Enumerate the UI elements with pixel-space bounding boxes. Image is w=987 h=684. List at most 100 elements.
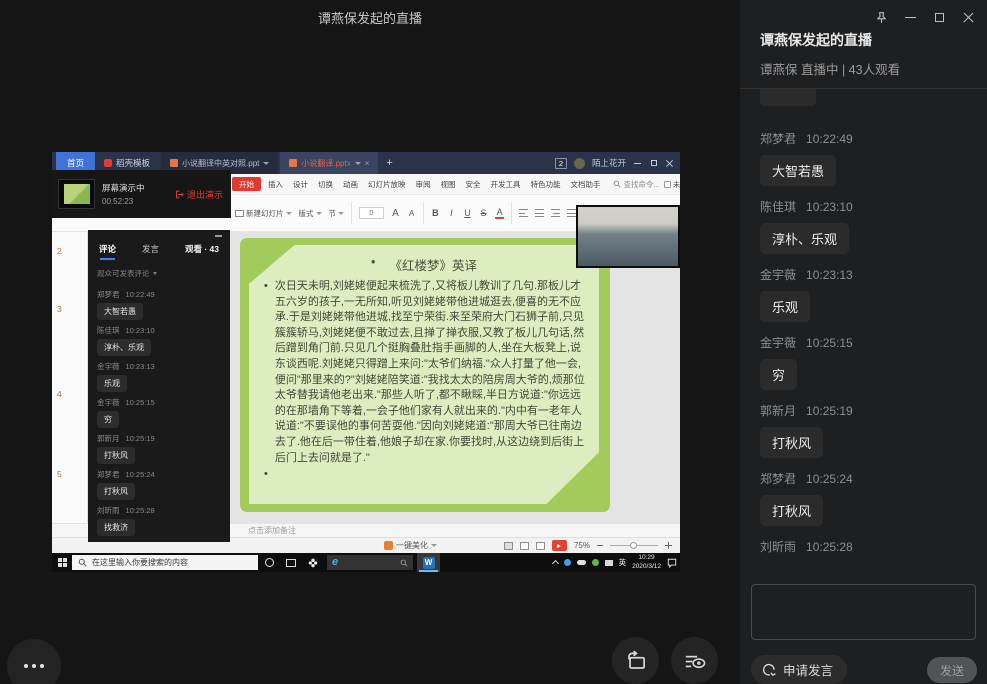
zoom-level: 75%	[574, 541, 590, 550]
inner-chat-username: 金宇薇	[97, 398, 120, 407]
pin-icon[interactable]	[875, 11, 888, 24]
search-icon	[613, 180, 621, 188]
stream-window-title: 谭燕保发起的直播	[760, 30, 967, 50]
wps-doc1-label: 小说翻译中英对照.ppt	[182, 158, 259, 169]
taskbar-search-placeholder: 在这里输入你要搜索的内容	[92, 557, 188, 568]
ppt-file-icon	[170, 159, 178, 167]
apply-speak-button[interactable]: 申请发言	[751, 655, 847, 684]
task-view-button	[280, 559, 302, 567]
reading-view-icon	[536, 542, 545, 550]
chat-bubble: 淳朴、乐观	[760, 223, 849, 254]
inner-chat-timestamp: 10:25:28	[126, 506, 155, 515]
inner-chat-message: 郑梦君10:25:24打秋风	[97, 469, 221, 500]
cloud-tray-icon	[577, 560, 586, 565]
taskbar-search: 在这里输入你要搜索的内容	[72, 555, 258, 570]
more-options-icon	[32, 664, 36, 668]
chat-list-button[interactable]	[671, 637, 718, 684]
toolbar-divider	[351, 202, 352, 224]
close-tab-icon: ×	[365, 159, 370, 168]
cortana-button	[258, 558, 280, 567]
toolbar-divider	[423, 202, 424, 224]
presenting-overlay: 屏幕演示中 00:52:23 退出演示	[52, 170, 231, 218]
chat-username: 刘昕雨	[760, 540, 796, 554]
inner-chat-username: 郑梦君	[97, 470, 120, 479]
close-icon	[665, 159, 674, 168]
ribbon-tab: 开始	[232, 177, 261, 191]
message-input[interactable]	[751, 584, 976, 640]
chat-message: 郭新月10:25:19打秋风	[760, 402, 973, 458]
bullet: •	[264, 468, 599, 480]
inner-chat-timestamp: 10:22:49	[126, 290, 155, 299]
chat-timestamp: 10:23:10	[806, 200, 853, 214]
normal-view-icon	[504, 542, 513, 550]
ribbon-tab: 文档助手	[568, 178, 604, 191]
apply-speak-icon	[761, 662, 777, 678]
increase-font-button: A	[391, 208, 400, 219]
more-options-icon	[24, 664, 28, 668]
inner-chat-message: 金宇薇 10:25:15 穷	[97, 397, 221, 428]
chat-bubble: 打秋风	[760, 495, 823, 526]
more-options-button[interactable]	[7, 639, 61, 684]
align-center-icon	[535, 209, 544, 217]
wps-docer-tab: 稻壳模板	[95, 157, 159, 169]
task-view-icon	[286, 559, 296, 567]
new-slide-button: 新建幻灯片	[235, 208, 292, 219]
inner-chat-bubble: 淳朴、乐观	[97, 339, 151, 356]
sync-status: 未同步	[664, 179, 680, 190]
start-button	[52, 558, 72, 567]
clock-time: 10:29	[638, 554, 654, 562]
tab-speak: 发言	[142, 243, 159, 255]
green-tray-icon	[592, 559, 599, 566]
exit-presentation-button: 退出演示	[175, 188, 223, 201]
close-icon[interactable]	[962, 11, 975, 24]
zoom-slider-knob	[630, 542, 637, 549]
ribbon-tab: 动画	[340, 178, 361, 191]
apply-speak-label: 申请发言	[783, 660, 833, 679]
chevron-down-icon	[355, 162, 361, 165]
chat-message-list[interactable]: 郑梦君10:22:49大智若愚 陈佳琪10:23:10淳朴、乐观 金宇薇10:2…	[760, 89, 973, 559]
chat-message: 郑梦君 10:25:24 打秋风	[760, 470, 973, 526]
rotate-view-button[interactable]	[612, 637, 659, 684]
inner-chat-timestamp: 10:23:13	[126, 362, 155, 371]
inner-chat-bubble: 打秋风	[97, 447, 135, 464]
slide-body-text: 次日天未明,刘姥姥便起来梳洗了,又将板儿教训了几句.那板儿才五六岁的孩子,一无所…	[275, 279, 586, 466]
toolbar-divider	[511, 202, 512, 224]
chat-username: 郑梦君	[760, 472, 796, 486]
search-icon	[400, 559, 408, 567]
chat-timestamp: 10:25:24	[806, 472, 853, 486]
exit-icon	[175, 190, 184, 199]
tab-watch-count: 观看 · 43	[185, 243, 219, 255]
network-icon	[564, 559, 571, 566]
input-language: 英	[619, 557, 627, 568]
inner-chat-username: 郭新月	[97, 434, 120, 443]
maximize-icon[interactable]	[933, 11, 946, 24]
live-panel-sidebar: 谭燕保发起的直播 谭燕保 直播中 | 43人观看 郑梦君10:22:49大智若愚…	[740, 0, 987, 684]
pinwheel-icon	[308, 558, 318, 568]
chat-bubble: 穷	[760, 359, 797, 390]
ribbon-right-actions: 未同步 分享 批注 ?	[664, 179, 680, 190]
chat-bubble: 乐观	[760, 291, 810, 322]
find-command-label: 查找命令...	[624, 179, 660, 190]
edge-search-box: e	[327, 555, 413, 570]
beautify-label: 一键美化	[396, 540, 428, 551]
inner-chat-timestamp: 10:25:15	[126, 398, 155, 407]
find-command: 查找命令...	[613, 179, 660, 190]
comment-permission: 观众可发表评论	[97, 268, 221, 279]
webcam-feed	[576, 205, 680, 268]
minimize-icon	[633, 159, 642, 168]
inner-chat-bubble: 穷	[97, 411, 119, 428]
slide-title-text: 《红楼梦》英译	[389, 255, 477, 274]
minimize-icon[interactable]	[904, 11, 917, 24]
layout-button: 版式	[299, 208, 322, 219]
inner-chat-username: 刘昕雨	[97, 506, 120, 515]
send-button[interactable]: 发送	[927, 657, 977, 683]
ribbon-tab: 特色功能	[528, 178, 564, 191]
underline-button: U	[463, 208, 472, 218]
maximize-icon	[649, 159, 658, 168]
presentation-slide: •《红楼梦》英译 •次日天未明,刘姥姥便起来梳洗了,又将板儿教训了几句.那板儿才…	[240, 238, 610, 512]
chat-message: 金宇薇10:25:15穷	[760, 334, 973, 390]
layout-label: 版式	[299, 208, 314, 219]
chat-message: 陈佳琪10:23:10淳朴、乐观	[760, 198, 973, 254]
slide-number: 3	[57, 304, 62, 314]
ribbon-tab: 开发工具	[488, 178, 524, 191]
